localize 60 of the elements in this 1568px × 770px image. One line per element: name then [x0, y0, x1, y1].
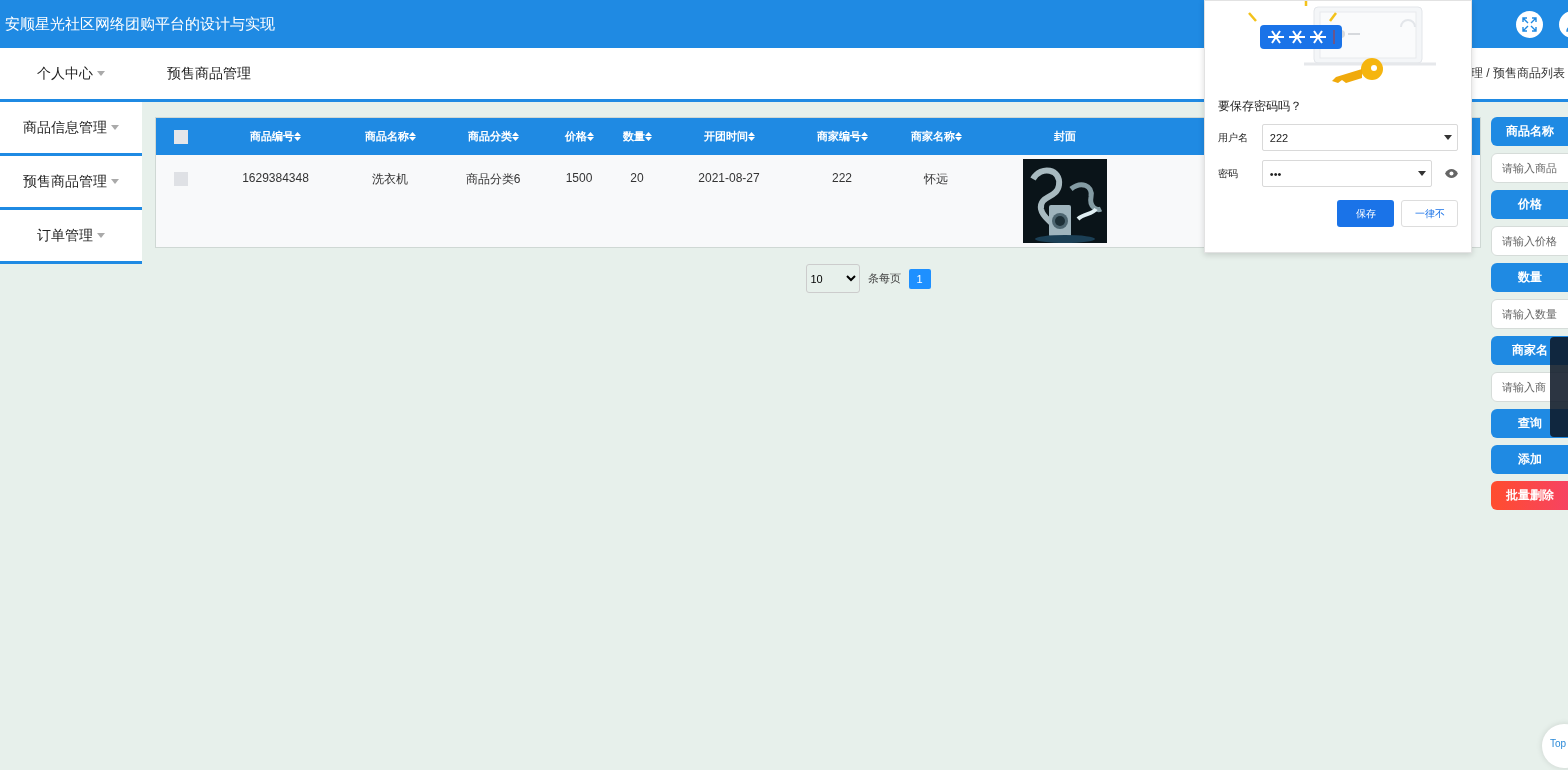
save-button[interactable]: 保存: [1337, 200, 1394, 227]
username-label: 用户名: [1218, 130, 1249, 145]
table-cell: 1500: [565, 171, 593, 185]
column-header[interactable]: 数量: [622, 129, 652, 144]
table-cell: 20: [630, 171, 644, 185]
column-header[interactable]: 商品编号: [250, 129, 301, 144]
caret-icon: [111, 179, 119, 184]
sort-icon[interactable]: [644, 132, 652, 141]
action-button[interactable]: 添加: [1491, 445, 1568, 474]
back-to-top-button[interactable]: Top: [1542, 724, 1568, 768]
eye-icon[interactable]: [1445, 169, 1458, 178]
sort-icon[interactable]: [747, 132, 755, 141]
column-header[interactable]: 价格: [564, 129, 594, 144]
table-cell: 222: [832, 171, 852, 185]
table-cell: 洗衣机: [372, 171, 408, 188]
page-size-select[interactable]: 10: [805, 264, 860, 293]
password-field[interactable]: •••: [1261, 160, 1433, 187]
sort-icon[interactable]: [408, 132, 416, 141]
row-checkbox[interactable]: [174, 172, 188, 186]
sort-icon[interactable]: [954, 132, 962, 141]
column-header[interactable]: 商家名称: [910, 129, 962, 144]
caret-icon: [111, 125, 119, 130]
dropdown-caret-icon[interactable]: [1444, 135, 1452, 140]
sidebar-item[interactable]: 订单管理: [0, 210, 142, 264]
sort-icon[interactable]: [511, 132, 519, 141]
fullscreen-icon[interactable]: [1516, 10, 1543, 38]
dropdown-caret-icon[interactable]: [1418, 171, 1427, 176]
column-header[interactable]: 商品分类: [467, 129, 519, 144]
table-cell: 2021-08-27: [698, 171, 760, 185]
per-page-label: 条每页: [867, 271, 901, 286]
username-field[interactable]: 222: [1261, 124, 1458, 151]
page-button[interactable]: 1: [908, 268, 931, 289]
column-header[interactable]: 开团时间: [703, 129, 755, 144]
column-header[interactable]: 商品名称: [364, 129, 416, 144]
sidebar-item[interactable]: 商品信息管理: [0, 102, 142, 156]
caret-icon: [97, 71, 105, 76]
caret-icon: [97, 233, 105, 238]
field-label-button[interactable]: 商品名称: [1491, 117, 1568, 146]
app-title: 安顺星光社区网络团购平台的设计与实现: [5, 14, 276, 34]
sort-icon[interactable]: [586, 132, 594, 141]
field-label-button[interactable]: 数量: [1491, 263, 1568, 292]
select-all-checkbox[interactable]: [174, 129, 188, 144]
search-input[interactable]: 请输入价格: [1491, 226, 1568, 256]
never-button[interactable]: 一律不: [1401, 200, 1458, 227]
table-cell: 1629384348: [242, 171, 309, 185]
user-center-menu[interactable]: 个人中心: [0, 64, 142, 83]
table-cell: 商品分类6: [465, 171, 521, 188]
field-label-button[interactable]: 价格: [1491, 190, 1568, 219]
sort-icon[interactable]: [860, 132, 868, 141]
search-input[interactable]: 请输入商品: [1491, 153, 1568, 183]
popup-title: 要保存密码吗？: [1218, 98, 1303, 115]
page-title: 预售商品管理: [167, 64, 252, 83]
password-label: 密码: [1218, 166, 1239, 181]
sort-icon[interactable]: [294, 132, 301, 141]
sidebar-item[interactable]: 预售商品管理: [0, 156, 142, 210]
batch-delete-button[interactable]: 批量删除: [1491, 481, 1568, 510]
column-header: 封面: [1054, 129, 1076, 144]
search-input[interactable]: 请输入数量: [1491, 299, 1568, 329]
table-cell: 怀远: [924, 171, 948, 188]
column-header[interactable]: 商家编号: [816, 129, 868, 144]
